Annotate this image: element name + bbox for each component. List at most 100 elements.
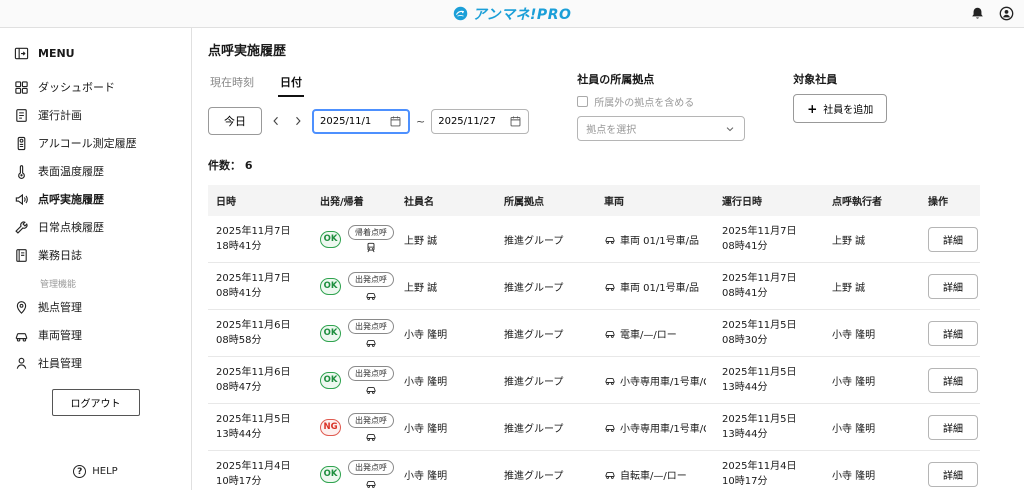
date-to-field[interactable] [431,109,529,134]
account-icon [999,6,1014,21]
detail-button[interactable]: 詳細 [928,462,978,487]
sidebar-item-operation-plan[interactable]: 運行計画 [0,101,191,129]
today-button[interactable]: 今日 [208,107,262,135]
operation-datetime: 2025年11月5日08時30分 [722,318,816,348]
date-filter-group: 現在時刻 日付 今日 [208,71,529,135]
status-cell: OK 出発点呼 [320,319,388,348]
app-header: アンマネ!PRO [0,0,1024,28]
sidebar-item-dashboard[interactable]: ダッシュボード [0,73,191,101]
sidebar-item-temperature-history[interactable]: 表面温度履歴 [0,157,191,185]
executor-name: 上野 誠 [832,236,865,247]
base-select[interactable]: 拠点を選択 [577,116,745,141]
detail-button[interactable]: 詳細 [928,274,978,299]
sidebar-item-vehicle-management[interactable]: 車両管理 [0,321,191,349]
header-actions [970,0,1014,27]
detail-button[interactable]: 詳細 [928,321,978,346]
chevron-left-icon [270,115,282,127]
table-row: 2025年11月4日10時17分 OK 出発点呼 小寺 隆明 推進グループ 自転… [208,451,980,490]
menu-toggle[interactable]: MENU [0,36,191,73]
base-name: 推進グループ [504,424,563,435]
col-departure-return: 出発/帰着 [312,185,396,216]
notifications-button[interactable] [970,6,985,21]
alcohol-meter-icon [14,136,29,151]
detail-button[interactable]: 詳細 [928,227,978,252]
car-icon [365,430,377,442]
status-badge: OK [320,372,341,389]
call-type: 帰着点呼 [348,225,394,254]
date-to-input[interactable] [438,116,506,127]
employee-name: 上野 誠 [404,236,437,247]
base-name: 推進グループ [504,236,563,247]
vehicle-name: 車両 01/1号車/品 [620,279,699,294]
col-actions: 操作 [920,185,980,216]
table-row: 2025年11月5日13時44分 NG 出発点呼 小寺 隆明 推進グループ 小寺… [208,404,980,451]
sidebar-item-label: 拠点管理 [38,299,82,315]
date-from-field[interactable] [312,109,410,134]
status-cell: OK 出発点呼 [320,460,388,489]
base-icon [14,300,29,315]
detail-button[interactable]: 詳細 [928,415,978,440]
date-from-input[interactable] [320,116,386,127]
account-button[interactable] [999,6,1014,21]
call-type-badge: 帰着点呼 [348,225,394,240]
sidebar-item-label: 点呼実施履歴 [38,191,104,207]
add-employee-button[interactable]: + 社員を追加 [793,94,887,123]
car-icon [365,289,377,301]
base-filter-label: 社員の所属拠点 [577,71,745,87]
employee-name: 小寺 隆明 [404,330,447,341]
include-outside-checkbox[interactable] [577,96,588,107]
logout-button[interactable]: ログアウト [52,389,140,416]
bell-icon [970,6,985,21]
include-outside-row[interactable]: 所属外の拠点を含める [577,94,745,109]
tab-current-time[interactable]: 現在時刻 [208,71,256,97]
row-datetime: 2025年11月7日18時41分 [216,224,304,254]
logo-text: アンマネ!PRO [473,4,572,24]
include-outside-label: 所属外の拠点を含める [594,94,694,109]
executor-name: 上野 誠 [832,283,865,294]
call-type-badge: 出発点呼 [348,413,394,428]
detail-button[interactable]: 詳細 [928,368,978,393]
table-header-row: 日時 出発/帰着 社員名 所属拠点 車両 運行日時 点呼執行者 操作 [208,185,980,216]
help-label: HELP [92,466,117,477]
col-vehicle: 車両 [596,185,714,216]
car-icon [604,327,616,339]
call-type: 出発点呼 [348,272,394,301]
app-logo: アンマネ!PRO [453,4,572,24]
vehicle-cell: 車両 01/1号車/品 [604,279,706,294]
call-type: 出発点呼 [348,366,394,395]
help-link[interactable]: ? HELP [0,453,191,490]
base-name: 推進グループ [504,471,563,482]
sidebar-item-base-management[interactable]: 拠点管理 [0,293,191,321]
status-cell: OK 出発点呼 [320,272,388,301]
admin-section-label: 管理機能 [0,269,191,293]
date-range-separator: ~ [416,115,425,128]
sidebar-item-rollcall-history[interactable]: 点呼実施履歴 [0,185,191,213]
sidebar-item-employee-management[interactable]: 社員管理 [0,349,191,377]
row-datetime: 2025年11月7日08時41分 [216,271,304,301]
operation-datetime: 2025年11月7日08時41分 [722,271,816,301]
sidebar-admin-nav: 拠点管理 車両管理 社員管理 [0,293,191,377]
status-badge: OK [320,231,341,248]
page-title: 点呼実施履歴 [208,40,1000,59]
col-employee: 社員名 [396,185,496,216]
sidebar-item-alcohol-history[interactable]: アルコール測定履歴 [0,129,191,157]
call-type: 出発点呼 [348,413,394,442]
row-datetime: 2025年11月4日10時17分 [216,459,304,489]
vehicle-name: 電車/—/ロー [620,326,677,341]
call-type-badge: 出発点呼 [348,319,394,334]
status-badge: OK [320,278,341,295]
next-day-button[interactable] [290,113,306,129]
tab-date[interactable]: 日付 [278,71,304,97]
chevron-right-icon [292,115,304,127]
add-employee-label: 社員を追加 [823,101,873,116]
sidebar-item-journal[interactable]: 業務日誌 [0,241,191,269]
train-icon [365,242,377,254]
car-icon [604,421,616,433]
prev-day-button[interactable] [268,113,284,129]
sidebar-item-inspection-history[interactable]: 日常点検履歴 [0,213,191,241]
vehicle-cell: 車両 01/1号車/品 [604,232,706,247]
status-cell: OK 出発点呼 [320,366,388,395]
call-type-badge: 出発点呼 [348,366,394,381]
sidebar-item-label: 表面温度履歴 [38,163,104,179]
employee-name: 小寺 隆明 [404,471,447,482]
